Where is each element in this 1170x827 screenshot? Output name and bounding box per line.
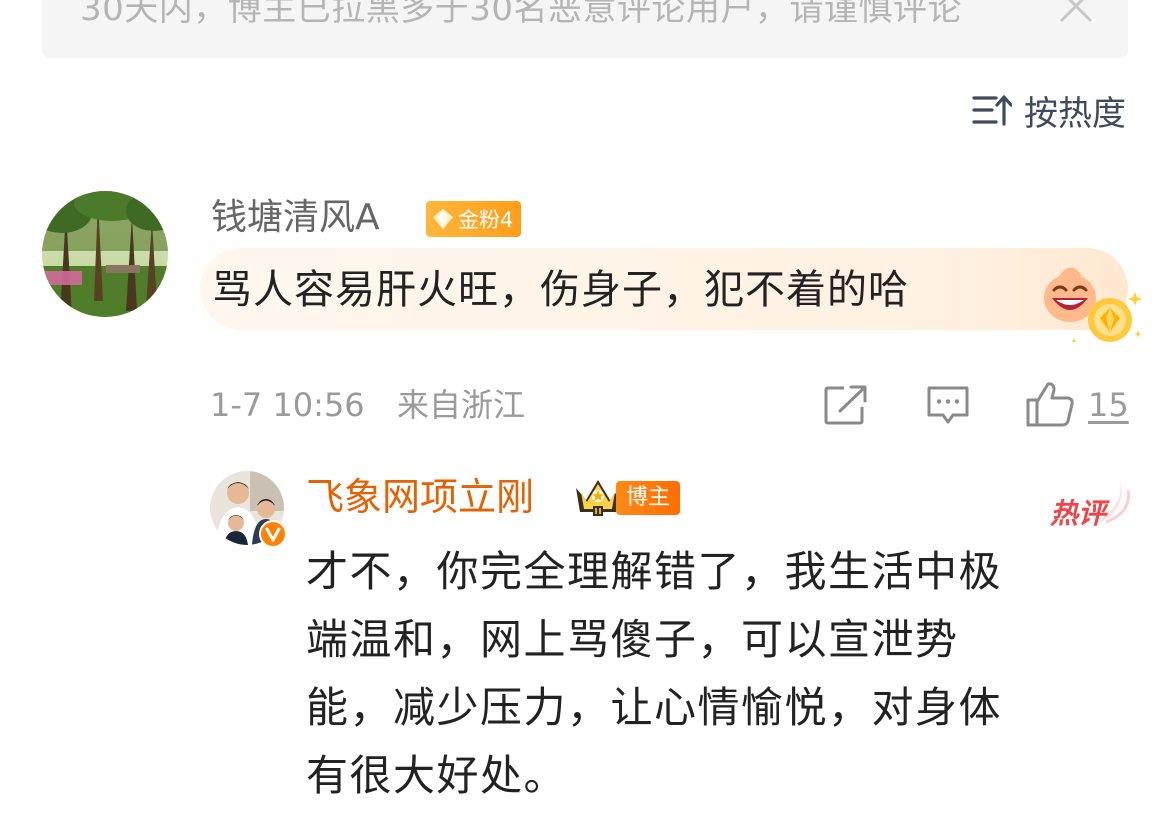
- fan-badge-label: 金粉4: [458, 208, 514, 232]
- comment-meta: 1-7 10:56 来自浙江: [210, 382, 525, 428]
- comment-timestamp: 1-7 10:56: [210, 386, 365, 424]
- sort-icon: [972, 95, 1012, 126]
- hot-comment-badge: 热评: [1050, 478, 1130, 534]
- like-count[interactable]: 15: [1088, 383, 1129, 427]
- comment-username[interactable]: 钱塘清风A: [211, 193, 380, 243]
- laughing-emoji-icon: [1044, 267, 1142, 342]
- author-tag: 博主: [616, 481, 681, 515]
- comment-location: 来自浙江: [397, 386, 526, 424]
- reply-text-line: 才不，你完全理解错了，我生活中极: [306, 547, 1003, 596]
- reply-text-line: 能，减少压力，让心情愉悦，对身体: [306, 683, 1003, 732]
- comment-icon[interactable]: [925, 383, 971, 427]
- verified-badge-icon: [259, 520, 287, 548]
- blacklist-notice: 30天内，博主已拉黑多于30名恶意评论用户，请谨慎评论: [42, 0, 1128, 58]
- reply-text-line: 有很大好处。: [306, 751, 568, 800]
- thumbs-up-icon[interactable]: [1024, 380, 1076, 428]
- sort-by-hot-button[interactable]: 按热度: [972, 84, 1126, 136]
- notice-text: 30天内，博主已拉黑多于30名恶意评论用户，请谨慎评论: [80, 0, 963, 29]
- reply-text: 才不，你完全理解错了，我生活中极 端温和，网上骂傻子，可以宣泄势 能，减少压力，…: [306, 538, 1106, 810]
- comment-text: 骂人容易肝火旺，伤身子，犯不着的哈: [212, 267, 909, 313]
- reply-text-line: 端温和，网上骂傻子，可以宣泄势: [306, 615, 959, 664]
- fan-badge: 金粉4: [426, 201, 522, 237]
- avatar[interactable]: [42, 191, 168, 317]
- hot-comment-label: 热评: [1050, 497, 1107, 530]
- sort-label: 按热度: [1024, 93, 1126, 134]
- reply-username[interactable]: 飞象网项立刚: [306, 472, 534, 522]
- close-icon[interactable]: [1056, 0, 1096, 26]
- avatar-image: [42, 191, 168, 317]
- share-icon[interactable]: [822, 383, 870, 427]
- diamond-icon: [433, 209, 453, 229]
